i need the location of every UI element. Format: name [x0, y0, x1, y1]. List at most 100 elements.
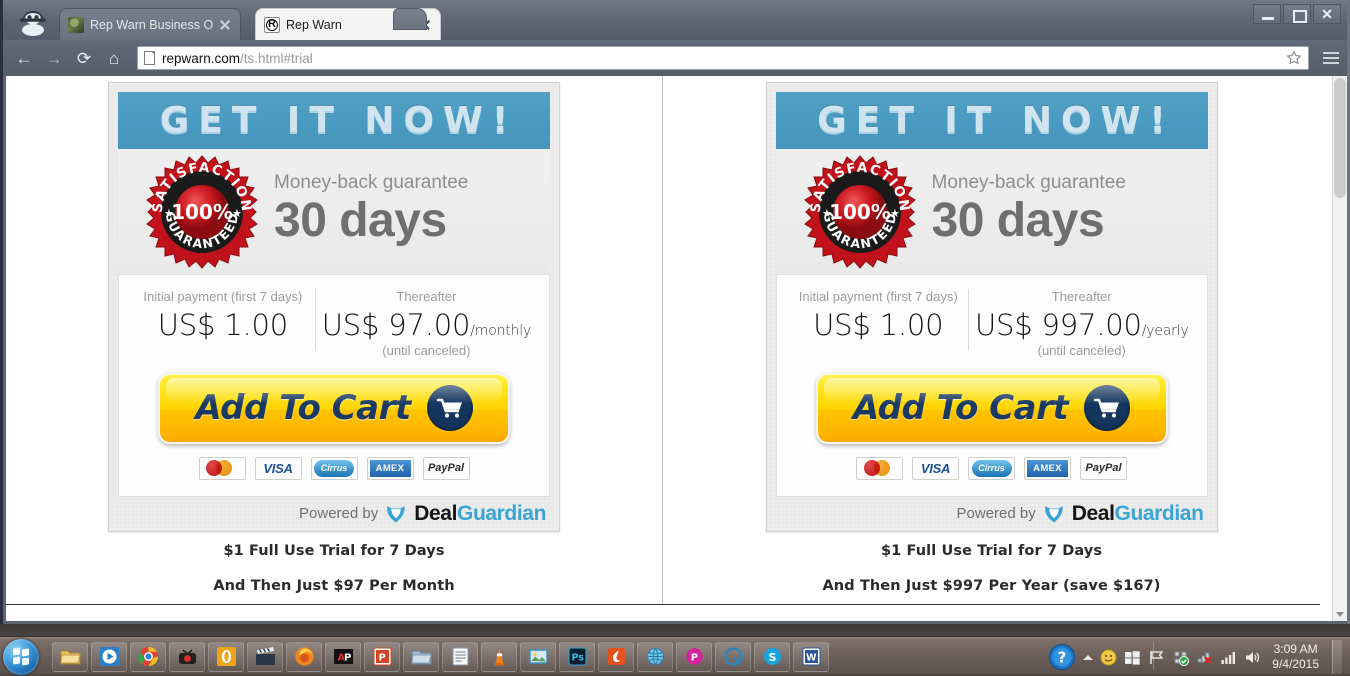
- taskbar-item-powerpoint[interactable]: P: [364, 641, 400, 672]
- google-chrome-icon: [137, 647, 158, 666]
- internet-globe-icon: [646, 648, 664, 665]
- satisfaction-guarantee-seal-icon: SATISFACTION GUARANTEED 100% ★ ★: [802, 154, 918, 270]
- taskbar-item-chrome[interactable]: [130, 641, 166, 672]
- taskbar-item-opera[interactable]: [208, 641, 244, 672]
- page-bottom-divider: [6, 604, 1320, 605]
- taskbar-item-tv-recorder[interactable]: [169, 641, 205, 672]
- address-bar-url: repwarn.com/ts.html#trial: [162, 51, 313, 66]
- visa-icon: VISA: [254, 456, 302, 480]
- minimize-button[interactable]: [1253, 4, 1281, 24]
- add-to-cart-button-yearly[interactable]: Add To Cart: [815, 371, 1168, 444]
- scrollbar-thumb[interactable]: [1334, 78, 1346, 198]
- taskbar-item-pinnacle[interactable]: P: [676, 641, 712, 672]
- taskbar-item-photoshop[interactable]: Ps: [559, 641, 595, 672]
- card-header-yearly: GET IT NOW!: [775, 92, 1208, 149]
- taskbar-item-firefox[interactable]: [286, 641, 322, 672]
- initial-payment-block-yearly: Initial payment (first 7 days) US$ 1.00: [789, 289, 969, 350]
- volume-speaker-icon[interactable]: [1244, 649, 1261, 666]
- network-error-icon[interactable]: [1196, 649, 1213, 666]
- scroll-down-icon[interactable]: [1336, 612, 1344, 617]
- taskbar-item-pdf-tool[interactable]: [598, 641, 634, 672]
- photo-favicon-icon: [68, 16, 84, 33]
- taskbar-item-quicktime[interactable]: [715, 641, 751, 672]
- guarantee-value-monthly: 30 days: [274, 193, 447, 247]
- pinnacle-icon: P: [685, 648, 703, 665]
- smiley-icon[interactable]: [1100, 649, 1117, 666]
- folder-icon: [410, 650, 432, 665]
- help-question-icon[interactable]: ?: [1048, 643, 1076, 671]
- browser-window: Rep Warn Business Oppor R Rep Warn ✕ ← →…: [0, 0, 1350, 624]
- add-to-cart-button-monthly[interactable]: Add To Cart: [158, 371, 510, 444]
- close-button[interactable]: ✕: [1313, 4, 1341, 24]
- mozilla-firefox-icon: [294, 647, 314, 666]
- vertical-scrollbar[interactable]: [1332, 76, 1347, 621]
- notepad-icon: [452, 647, 468, 666]
- windows-taskbar: A P P Ps P S W ? 3:09 AM 9/4/2015: [0, 636, 1350, 676]
- browser-tab-1[interactable]: Rep Warn Business Oppor: [59, 8, 241, 40]
- anypic-icon: A P: [333, 649, 353, 664]
- recurring-line-yearly: And Then Just $997 Per Year (save $167): [822, 577, 1161, 594]
- offer-column-monthly: GET IT NOW! SATISFACTION GUARANTEED 100%…: [6, 76, 663, 605]
- file-explorer-icon: [59, 650, 81, 665]
- taskbar-item-movie-maker[interactable]: [247, 641, 283, 672]
- taskbar-item-picture-viewer[interactable]: [520, 641, 556, 672]
- show-desktop-button[interactable]: [1332, 640, 1342, 674]
- powered-by-label-yearly: Powered by: [956, 505, 1036, 523]
- network-shield-check-icon[interactable]: [1172, 649, 1190, 666]
- home-button[interactable]: ⌂: [101, 45, 127, 71]
- browser-tab-1-close-icon[interactable]: [218, 18, 232, 32]
- taskbar-item-folder[interactable]: [403, 641, 439, 672]
- taskbar-item-anypic[interactable]: A P: [325, 641, 361, 672]
- url-domain: repwarn.com: [162, 50, 241, 66]
- windows-media-player-icon: [99, 647, 119, 666]
- start-button[interactable]: [0, 638, 44, 676]
- taskbar-item-word[interactable]: W: [793, 641, 829, 672]
- reload-button[interactable]: ⟳: [71, 45, 97, 71]
- taskbar-item-media-player[interactable]: [91, 641, 127, 672]
- hamburger-menu-icon[interactable]: [1323, 50, 1339, 66]
- new-tab-button[interactable]: [393, 8, 427, 30]
- action-center-flag-icon[interactable]: [1148, 649, 1165, 666]
- trial-line-monthly: $1 Full Use Trial for 7 Days: [223, 542, 445, 559]
- windows-start-orb-icon: [3, 638, 39, 675]
- svg-text:P: P: [378, 653, 385, 664]
- svg-text:Ps: Ps: [571, 653, 584, 664]
- taskbar-clock[interactable]: 3:09 AM 9/4/2015: [1272, 642, 1319, 672]
- dealguardian-shield-icon: [1044, 505, 1063, 523]
- taskbar-item-notepad[interactable]: [442, 641, 478, 672]
- signal-bars-icon[interactable]: [1220, 649, 1237, 666]
- thereafter-label-monthly: Thereafter: [396, 289, 457, 304]
- incognito-avatar-icon: [20, 11, 46, 36]
- guarantee-section-yearly: SATISFACTION GUARANTEED 100% ★ ★ Money-b…: [775, 149, 1208, 275]
- show-hidden-icons-chevron-icon[interactable]: [1083, 654, 1094, 660]
- amex-icon: AMEX: [1024, 456, 1071, 480]
- windows-flag-icon[interactable]: [1124, 649, 1141, 666]
- bookmark-star-icon[interactable]: [1286, 50, 1302, 66]
- price-row-yearly: Initial payment (first 7 days) US$ 1.00 …: [789, 289, 1195, 358]
- svg-text:P: P: [344, 653, 351, 664]
- forward-button[interactable]: →: [41, 45, 67, 71]
- thereafter-block-monthly: Thereafter US$ 97.00/monthly (until canc…: [316, 289, 537, 358]
- powered-by-monthly: Powered by DealGuardian: [118, 497, 550, 531]
- dealguardian-brand-1-monthly: Deal: [414, 501, 458, 525]
- address-bar[interactable]: repwarn.com/ts.html#trial: [137, 46, 1309, 70]
- offers-row: GET IT NOW! SATISFACTION GUARANTEED 100%…: [6, 76, 1320, 605]
- thereafter-block-yearly: Thereafter US$ 997.00/yearly (until canc…: [969, 289, 1195, 358]
- thereafter-value-monthly: US$ 97.00: [321, 307, 471, 342]
- pricing-card-monthly: GET IT NOW! SATISFACTION GUARANTEED 100%…: [108, 82, 560, 532]
- guarantee-label-monthly: Money-back guarantee: [274, 171, 469, 193]
- maximize-button[interactable]: [1283, 4, 1311, 24]
- taskbar-item-file-explorer[interactable]: [52, 641, 88, 672]
- pricing-card-yearly: GET IT NOW! SATISFACTION GUARANTEED 100%…: [765, 82, 1218, 532]
- add-to-cart-label-monthly: Add To Cart: [195, 387, 411, 428]
- mastercard-icon: [856, 456, 903, 480]
- pricing-panel-yearly: Initial payment (first 7 days) US$ 1.00 …: [775, 275, 1208, 497]
- back-button[interactable]: ←: [11, 45, 37, 71]
- taskbar-item-skype[interactable]: S: [754, 641, 790, 672]
- powerpoint-icon: P: [373, 647, 391, 666]
- svg-text:W: W: [806, 653, 817, 664]
- taskbar-item-vlc[interactable]: [481, 641, 517, 672]
- svg-text:P: P: [690, 653, 697, 664]
- taskbar-item-internet-globe[interactable]: [637, 641, 673, 672]
- thereafter-amount-monthly: US$ 97.00/monthly: [322, 308, 531, 342]
